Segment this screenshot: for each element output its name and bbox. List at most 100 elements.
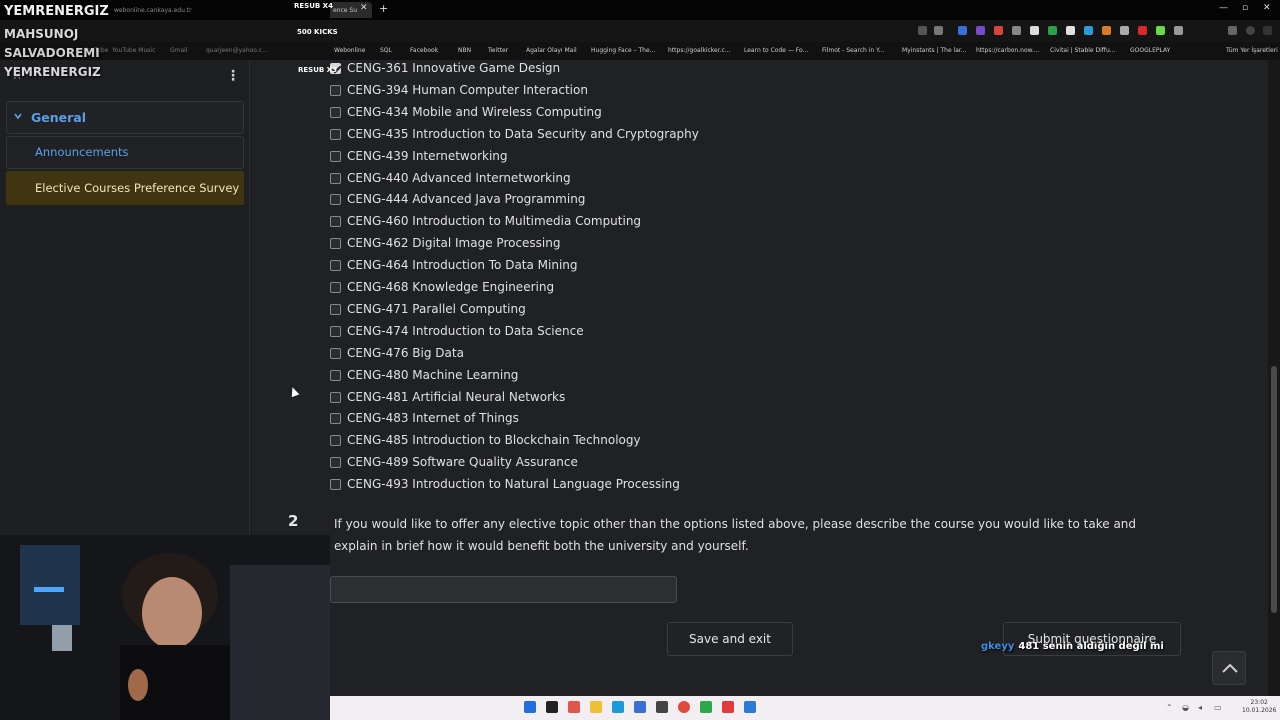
save-and-exit-button[interactable]: Save and exit [667,622,793,656]
course-checkbox[interactable] [330,435,341,447]
taskbar-app-icon[interactable] [700,701,712,713]
bookmark[interactable]: Myinstants | The lar... [902,47,967,54]
course-checkbox[interactable] [330,260,341,272]
puzzle-icon[interactable] [1174,26,1183,35]
extension-icon[interactable] [1012,26,1021,35]
network-icon[interactable]: ◒ [1182,703,1189,712]
bookmark[interactable]: GOOGLEPLAY [1130,47,1170,54]
course-option-label[interactable]: CENG-434 Mobile and Wireless Computing [347,104,602,121]
profile-avatar[interactable] [1246,26,1255,35]
course-checkbox[interactable] [330,106,341,118]
course-checkbox[interactable] [330,325,341,337]
extension-icon[interactable] [958,26,967,35]
course-checkbox[interactable] [330,172,341,184]
taskbar-app-icon[interactable] [656,701,668,713]
extension-icon[interactable] [1030,26,1039,35]
bookmark[interactable]: Learn to Code — Fo... [744,47,808,54]
extension-icon[interactable] [1102,26,1111,35]
course-option-label[interactable]: CENG-462 Digital Image Processing [347,235,561,252]
course-checkbox[interactable] [330,150,341,162]
window-close-icon[interactable]: ✕ [1263,3,1271,13]
scrollbar-thumb[interactable] [1271,366,1277,613]
bookmark[interactable]: SQL [380,47,392,54]
course-checkbox[interactable] [330,303,341,315]
course-checkbox[interactable] [330,391,341,403]
course-option-label[interactable]: CENG-489 Software Quality Assurance [347,454,578,471]
course-option-label[interactable]: CENG-476 Big Data [347,345,464,362]
vscode-icon[interactable] [744,701,756,713]
extension-icon[interactable] [1138,26,1147,35]
chevron-down-icon[interactable] [14,112,22,120]
bookmark[interactable]: Agalar Olayı Mail [526,47,577,54]
course-checkbox[interactable] [330,84,341,96]
taskbar-clock[interactable]: 23:02 10.01.2026 [1242,699,1276,715]
course-option-label[interactable]: CENG-480 Machine Learning [347,367,518,384]
course-checkbox[interactable] [330,216,341,228]
course-checkbox[interactable] [330,479,341,491]
bookmark[interactable]: YouTube Music [112,47,155,54]
bookmark[interactable]: Tüm Yer İşaretleri [1226,47,1278,54]
bookmark[interactable]: Webonline [334,47,365,54]
file-explorer-icon[interactable] [590,701,602,713]
maximize-icon[interactable]: ▫ [1242,3,1248,13]
course-option-label[interactable]: CENG-468 Knowledge Engineering [347,279,554,296]
kebab-menu-icon[interactable] [1263,26,1272,35]
course-option-label[interactable]: CENG-435 Introduction to Data Security a… [347,126,699,143]
bookmark[interactable]: https://goalkicker.c... [668,47,731,54]
tray-chevron-icon[interactable]: ⌃ [1166,703,1173,712]
taskbar-app-icon[interactable] [568,701,580,713]
sidebar-item-label[interactable]: Elective Courses Preference Survey [35,181,239,195]
course-checkbox[interactable] [330,347,341,359]
course-checkbox[interactable] [330,194,341,206]
back-to-top-button[interactable] [1212,651,1246,685]
extension-icon[interactable] [1120,26,1129,35]
windows-start-icon[interactable] [524,701,536,713]
course-option-label[interactable]: CENG-481 Artificial Neural Networks [347,389,565,406]
course-checkbox[interactable] [330,238,341,250]
course-checkbox[interactable] [330,128,341,140]
bookmark[interactable]: Civitai | Stable Diffu... [1050,47,1115,54]
bookmark[interactable]: Hugging Face – The... [591,47,655,54]
bookmark[interactable]: Gmail [170,47,188,54]
bookmark[interactable]: Filmot - Search in Y... [822,47,884,54]
extension-icon[interactable] [994,26,1003,35]
course-checkbox[interactable] [330,369,341,381]
chrome-icon[interactable] [678,701,690,713]
extension-icon[interactable] [1156,26,1165,35]
new-tab-icon[interactable]: + [379,2,388,15]
course-option-label[interactable]: CENG-483 Internet of Things [347,410,519,427]
extension-icon[interactable] [1048,26,1057,35]
bookmark[interactable]: https://carbon.now.... [976,47,1040,54]
bookmark[interactable]: Facebook [410,47,438,54]
sidepanel-icon[interactable] [1228,26,1237,35]
course-option-label[interactable]: CENG-444 Advanced Java Programming [347,191,585,208]
volume-icon[interactable]: ◂ [1198,703,1202,712]
course-checkbox[interactable] [330,413,341,425]
course-option-label[interactable]: CENG-439 Internetworking [347,148,508,165]
sidebar-item-label[interactable]: Announcements [35,145,129,159]
course-option-label[interactable]: CENG-464 Introduction To Data Mining [347,257,578,274]
store-icon[interactable] [634,701,646,713]
course-checkbox[interactable] [330,282,341,293]
task-view-icon[interactable] [546,701,558,713]
minimize-icon[interactable]: — [1219,3,1228,13]
edge-icon[interactable] [612,701,624,713]
course-option-label[interactable]: CENG-485 Introduction to Blockchain Tech… [347,432,641,449]
battery-icon[interactable]: ▭ [1214,703,1222,712]
course-checkbox[interactable] [330,457,341,469]
star-icon[interactable] [934,26,943,35]
extension-icon[interactable] [1066,26,1075,35]
taskbar-app-icon[interactable] [722,701,734,713]
tab-close-icon[interactable]: ✕ [360,3,368,13]
extension-icon[interactable] [1084,26,1093,35]
course-option-label[interactable]: CENG-460 Introduction to Multimedia Comp… [347,213,641,230]
answer-input[interactable] [330,576,677,603]
bookmark[interactable]: NBN [458,47,471,54]
course-option-label[interactable]: CENG-440 Advanced Internetworking [347,170,571,187]
more-options-icon[interactable]: ⋮ [226,68,240,84]
course-option-label[interactable]: CENG-361 Innovative Game Design [347,60,560,77]
bookmark[interactable]: Twitter [488,47,508,54]
course-option-label[interactable]: CENG-493 Introduction to Natural Languag… [347,476,680,493]
course-option-label[interactable]: CENG-394 Human Computer Interaction [347,82,588,99]
url-field[interactable]: webonline.cankaya.edu.tr [114,7,192,14]
